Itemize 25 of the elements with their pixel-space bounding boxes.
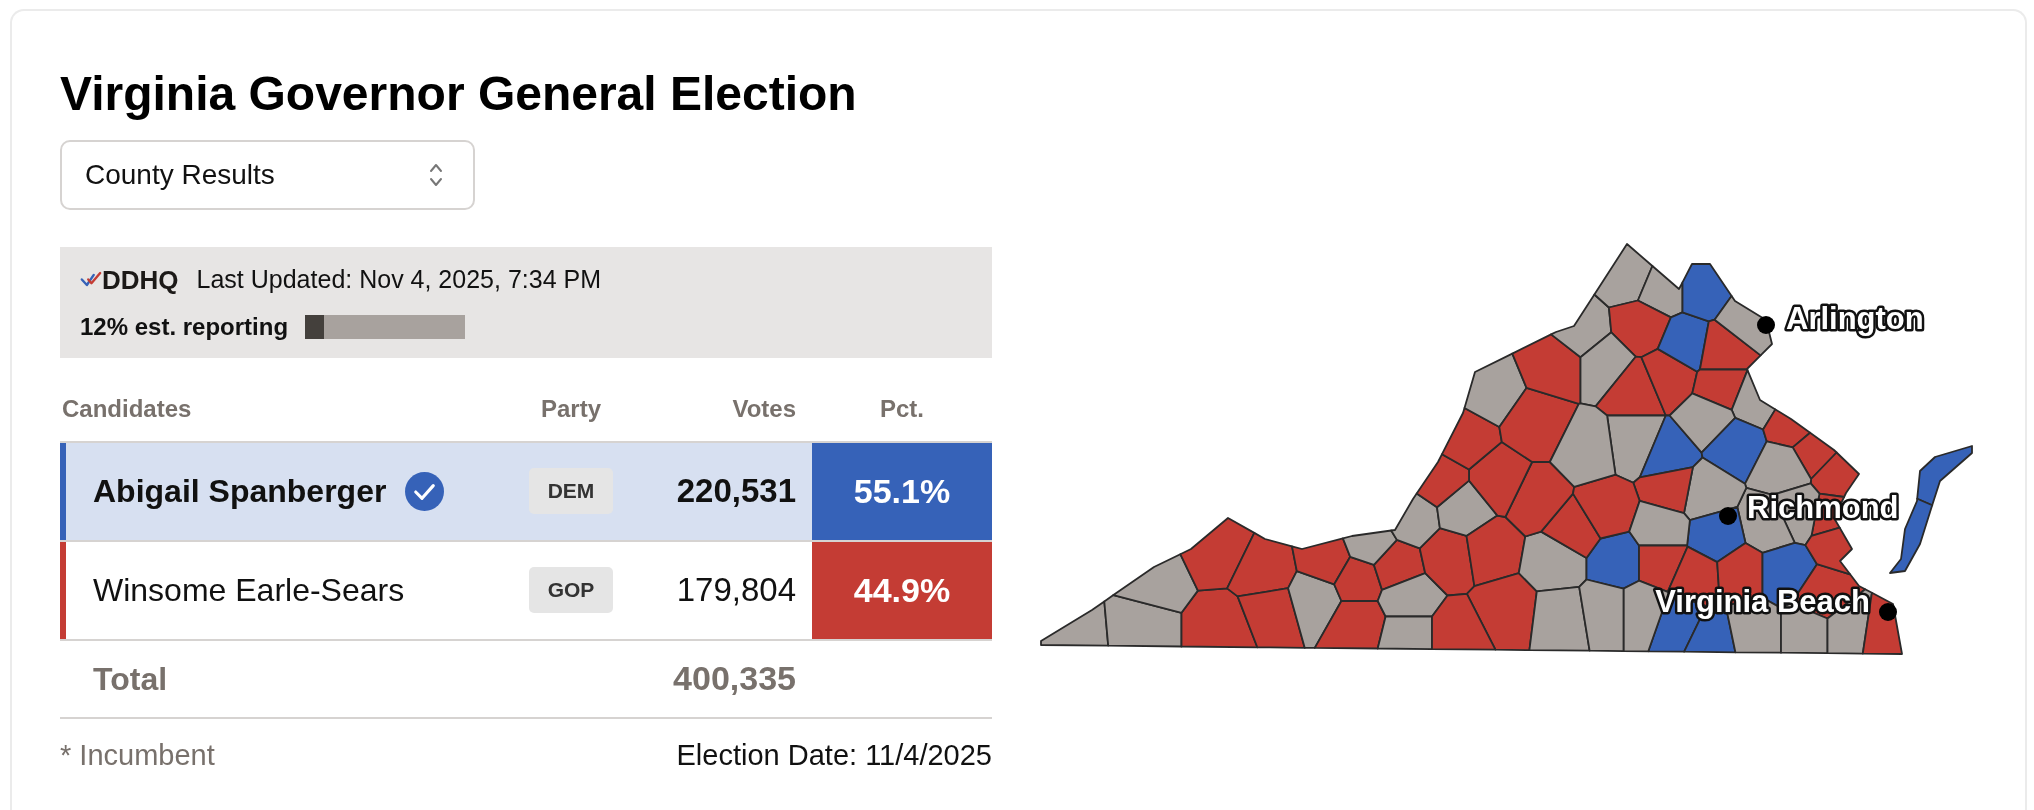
column-header: Votes	[632, 393, 812, 442]
results-view-select[interactable]: County Results	[60, 139, 475, 210]
check-marks-icon	[80, 271, 102, 289]
election-date: Election Date: 11/4/2025	[676, 737, 992, 773]
reporting-label: 12% est. reporting	[80, 314, 289, 339]
percentage-cell: 55.1%	[812, 441, 992, 541]
column-header: Candidates	[60, 393, 510, 442]
last-updated-text: Last Updated: Nov 4, 2025, 7:34 PM	[196, 267, 601, 293]
candidate-name: Winsome Earle-Sears	[93, 571, 405, 611]
logo-wordmark: DDHQ	[102, 266, 179, 293]
percentage-cell: 44.9%	[812, 540, 992, 640]
column-header: Party	[510, 393, 632, 442]
check-circle-icon	[405, 471, 445, 511]
page-title: Virginia Governor General Election	[60, 66, 858, 122]
city-dot-icon	[1879, 602, 1897, 621]
party-tag: DEM	[529, 468, 613, 515]
total-label: Total	[60, 639, 510, 718]
chevron-up-down-icon	[429, 161, 443, 188]
total-votes: 400,335	[632, 639, 812, 718]
incumbent-note: * Incumbent	[60, 737, 215, 773]
column-header: Pct.	[812, 393, 992, 442]
candidate-name: Abigail Spanberger	[93, 472, 387, 512]
city-dot-icon	[1757, 315, 1775, 334]
city-dot-icon	[1719, 506, 1737, 525]
party-tag: GOP	[529, 567, 613, 614]
